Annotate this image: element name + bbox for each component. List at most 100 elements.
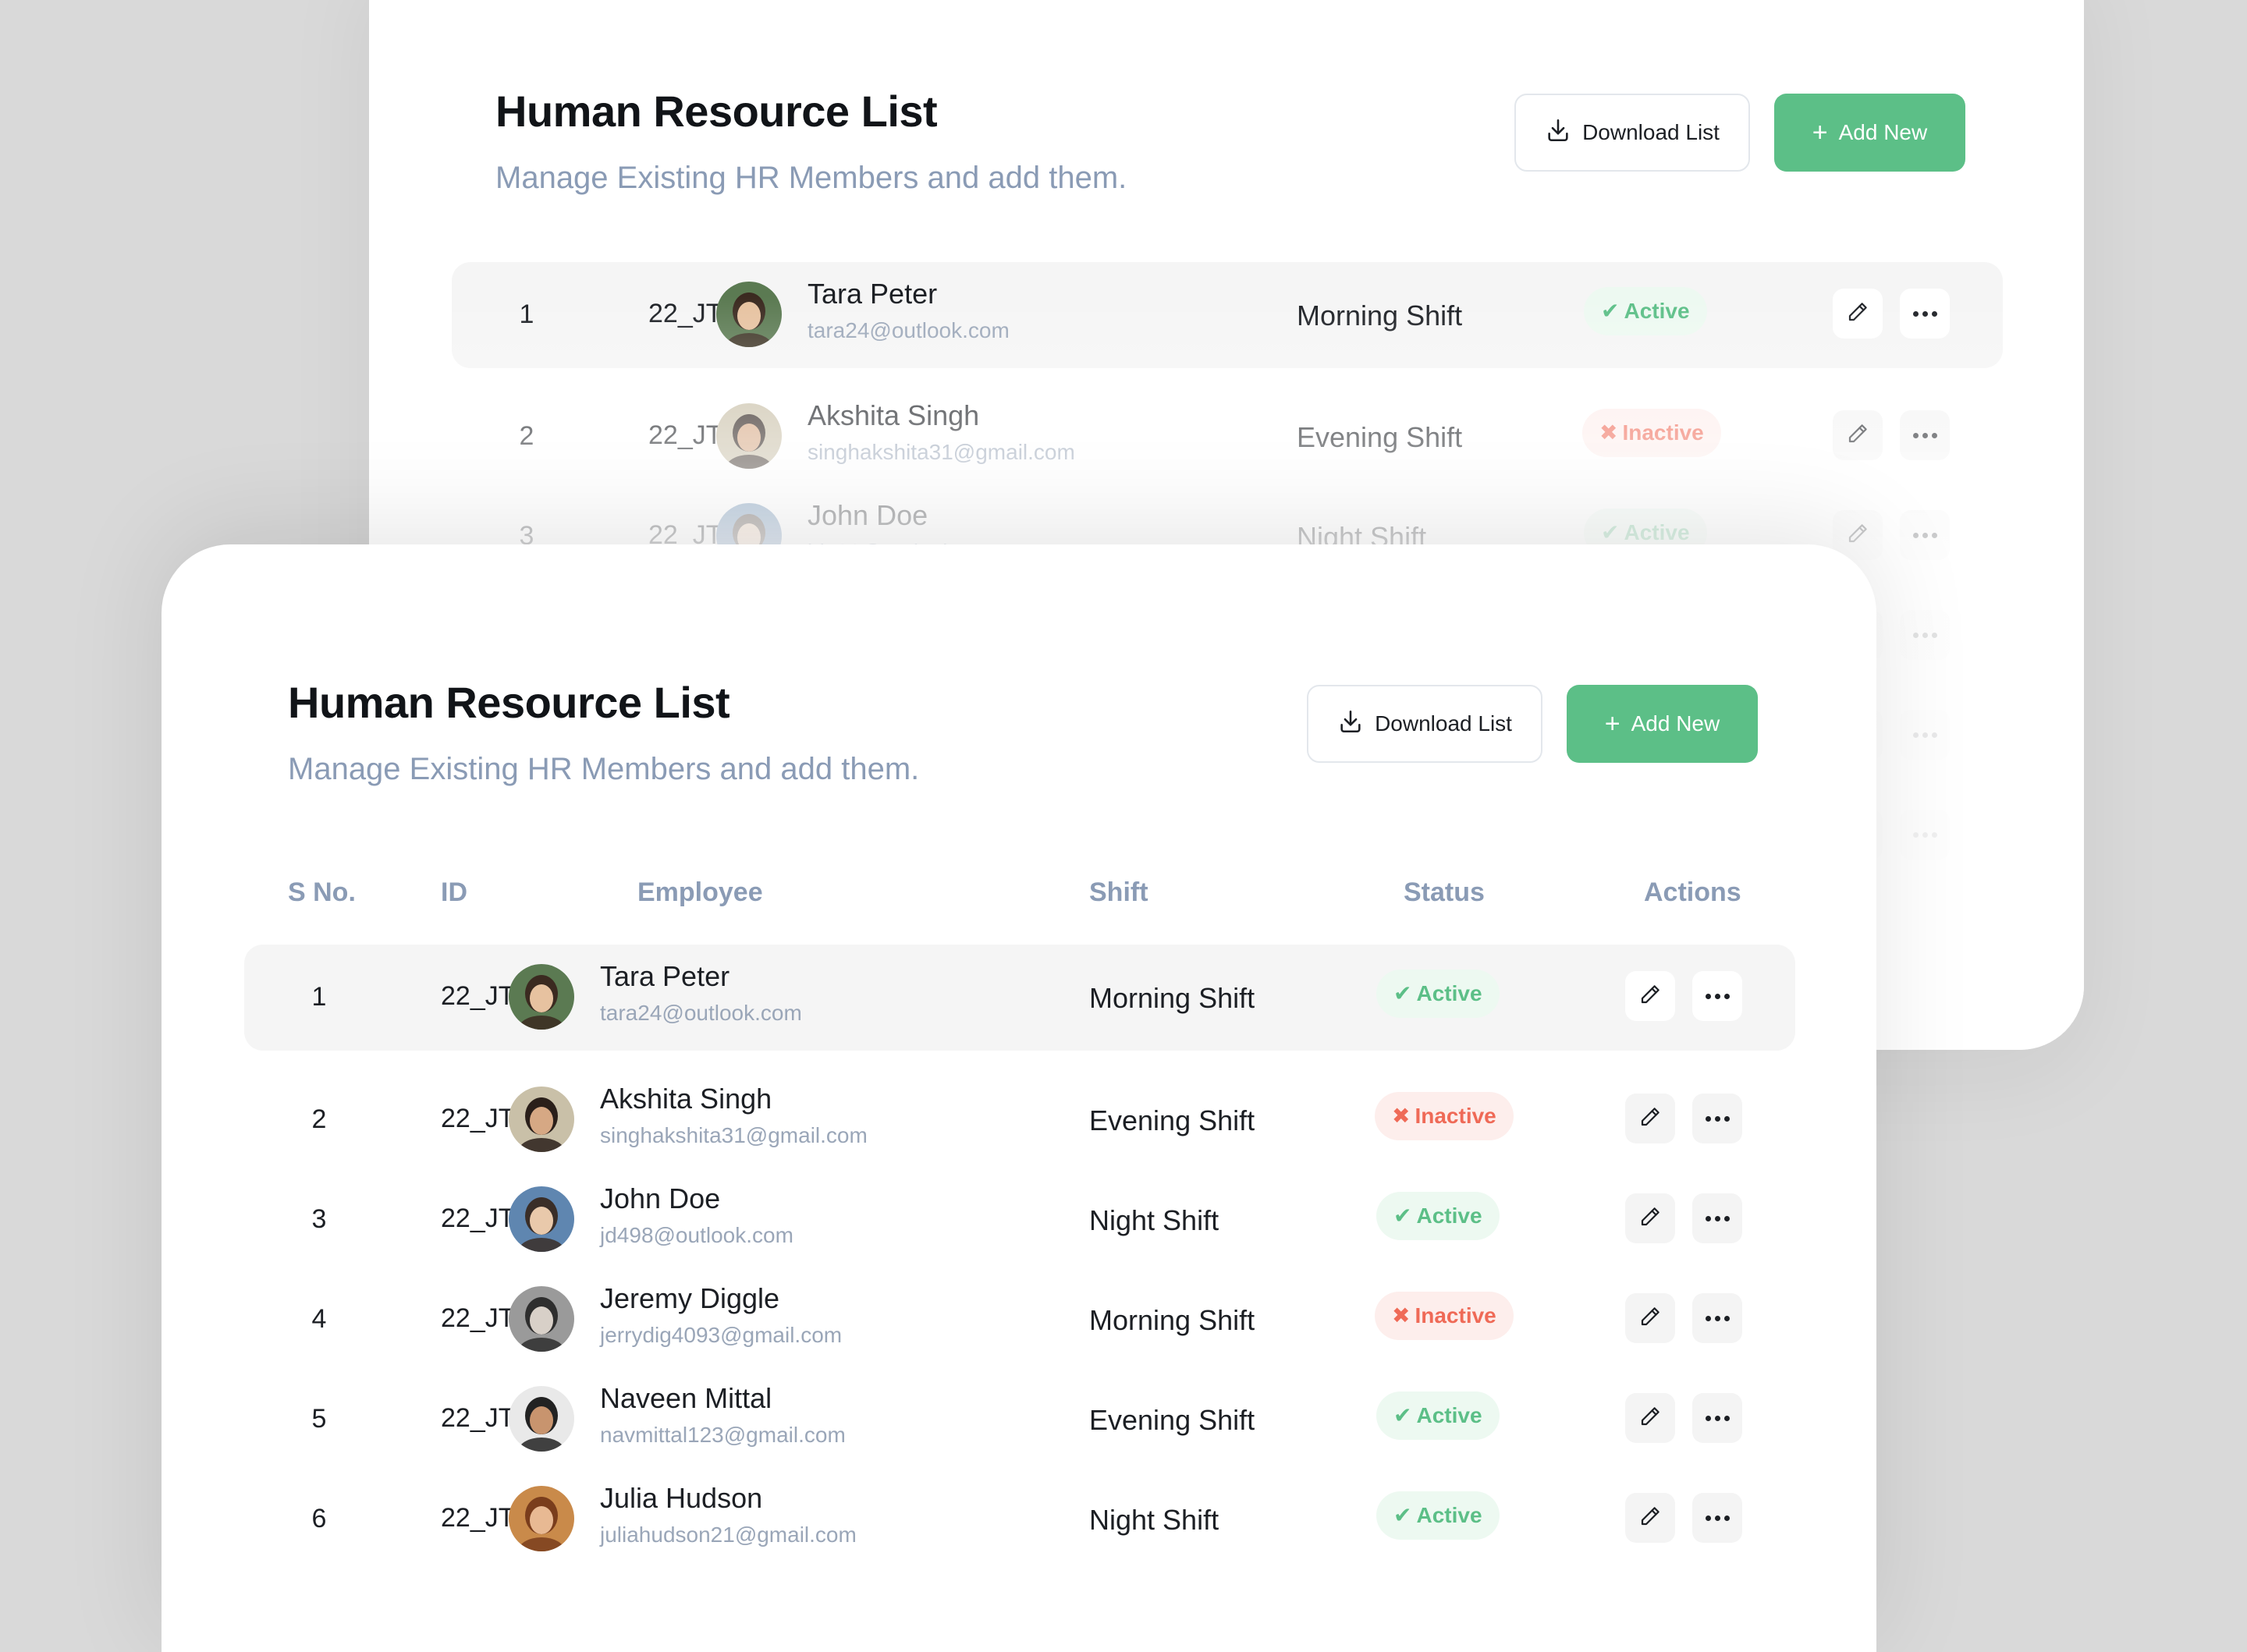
more-options-button[interactable] — [1692, 1293, 1742, 1343]
employee-name: Akshita Singh — [808, 399, 980, 431]
status-label: Inactive — [1415, 1303, 1496, 1328]
employee-shift: Evening Shift — [1089, 1104, 1255, 1136]
table-row[interactable]: 1 22_JT22 Tara Peter tara24@outlook.com Morn… — [369, 262, 2084, 368]
employee-email: jerrydig4093@gmail.com — [600, 1323, 843, 1347]
status-label: Inactive — [1415, 1104, 1496, 1128]
pencil-icon — [1638, 983, 1662, 1010]
employee-name: Julia Hudson — [600, 1482, 763, 1514]
more-horizontal-icon — [1705, 1315, 1730, 1321]
check-icon: ✔ — [1393, 981, 1412, 1005]
status-label: Active — [1416, 981, 1482, 1005]
edit-button[interactable] — [1625, 1393, 1675, 1443]
more-horizontal-icon — [1705, 993, 1730, 999]
avatar — [716, 282, 782, 347]
table-row[interactable]: 622_JT37Julia Hudsonjuliahudson21@gmail.… — [162, 1466, 1876, 1572]
table-row[interactable]: 422_JT23Jeremy Digglejerrydig4093@gmail.… — [162, 1267, 1876, 1373]
column-header-actions: Actions — [1644, 877, 1741, 907]
check-icon: ✔ — [1601, 299, 1620, 323]
more-options-button[interactable] — [1692, 1094, 1742, 1143]
row-sno: 6 — [311, 1504, 327, 1533]
check-icon: ✔ — [1393, 1503, 1412, 1527]
status-badge: ✔Active — [1376, 1192, 1500, 1240]
check-icon: ✔ — [1601, 520, 1620, 544]
row-sno: 2 — [311, 1104, 327, 1134]
more-options-button[interactable] — [1900, 710, 1950, 760]
pencil-icon — [1846, 300, 1869, 328]
more-options-button[interactable] — [1900, 810, 1950, 860]
edit-button[interactable] — [1625, 1193, 1675, 1243]
employee-name: Akshita Singh — [600, 1083, 772, 1115]
more-horizontal-icon — [1912, 732, 1937, 738]
more-options-button[interactable] — [1900, 610, 1950, 660]
download-list-label: Download List — [1582, 120, 1720, 144]
edit-button[interactable] — [1625, 1493, 1675, 1543]
employee-shift: Night Shift — [1089, 1204, 1219, 1236]
download-icon — [1337, 708, 1364, 740]
status-label: Active — [1416, 1403, 1482, 1427]
check-icon: ✔ — [1393, 1403, 1412, 1427]
column-header-status: Status — [1404, 877, 1485, 907]
avatar — [509, 1087, 574, 1152]
more-horizontal-icon — [1912, 632, 1937, 638]
edit-button[interactable] — [1625, 971, 1675, 1021]
more-options-button[interactable] — [1692, 1193, 1742, 1243]
more-options-button[interactable] — [1900, 289, 1950, 339]
row-sno: 1 — [311, 982, 327, 1012]
add-new-label: Add New — [1838, 120, 1928, 144]
table-row[interactable]: 2 22_JT54 Akshita Singh singhakshita31@gmai… — [369, 384, 2084, 490]
employee-shift: Morning Shift — [1297, 300, 1463, 331]
table-row[interactable]: 322_JT19John Doejd498@outlook.comNight S… — [162, 1167, 1876, 1273]
table-row[interactable]: 1 22_JT22 Tara Peter tara24@outlook.com Morn… — [162, 945, 1876, 1051]
avatar — [509, 1386, 574, 1452]
status-badge: ✔Active — [1376, 1491, 1500, 1540]
more-options-button[interactable] — [1692, 971, 1742, 1021]
more-options-button[interactable] — [1900, 510, 1950, 560]
download-icon — [1545, 117, 1571, 149]
page-title: Human Resource List — [495, 87, 938, 136]
edit-button[interactable] — [1833, 410, 1883, 460]
add-new-button[interactable]: + Add New — [1774, 94, 1965, 172]
employee-email: tara24@outlook.com — [808, 318, 1010, 342]
page-subtitle: Manage Existing HR Members and add them. — [495, 161, 1127, 195]
pencil-icon — [1638, 1305, 1662, 1332]
employee-name: John Doe — [600, 1182, 721, 1214]
edit-button[interactable] — [1625, 1094, 1675, 1143]
column-header-shift: Shift — [1089, 877, 1148, 907]
column-header-id: ID — [441, 877, 467, 907]
avatar — [509, 1286, 574, 1352]
page-title: Human Resource List — [288, 678, 730, 727]
pencil-icon — [1638, 1105, 1662, 1133]
download-list-button[interactable]: Download List — [1307, 685, 1542, 763]
status-label: Active — [1416, 1204, 1482, 1228]
avatar — [509, 964, 574, 1030]
row-sno: 4 — [311, 1304, 327, 1334]
more-options-button[interactable] — [1900, 410, 1950, 460]
edit-button[interactable] — [1833, 289, 1883, 339]
employee-email: singhakshita31@gmail.com — [808, 440, 1075, 464]
employee-email: juliahudson21@gmail.com — [600, 1523, 857, 1547]
x-icon: ✖ — [1392, 1104, 1411, 1128]
edit-button[interactable] — [1625, 1293, 1675, 1343]
more-horizontal-icon — [1705, 1115, 1730, 1122]
column-header-sno: S No. — [288, 877, 356, 907]
status-label: Inactive — [1622, 420, 1704, 445]
employee-shift: Morning Shift — [1089, 982, 1255, 1014]
row-sno: 3 — [311, 1204, 327, 1234]
more-options-button[interactable] — [1692, 1493, 1742, 1543]
pencil-icon — [1846, 522, 1869, 549]
employee-name: Naveen Mittal — [600, 1382, 772, 1414]
add-new-button[interactable]: + Add New — [1567, 685, 1758, 763]
employee-name: John Doe — [808, 499, 928, 531]
more-horizontal-icon — [1912, 310, 1937, 317]
status-badge: ✔Active — [1376, 1391, 1500, 1440]
check-icon: ✔ — [1393, 1204, 1412, 1228]
table-row[interactable]: 2 22_JT54 Akshita Singh singhakshita31@gmai… — [162, 1067, 1876, 1173]
more-horizontal-icon — [1705, 1215, 1730, 1221]
more-options-button[interactable] — [1692, 1393, 1742, 1443]
table-row[interactable]: 522_JT31Naveen Mittalnavmittal123@gmail.… — [162, 1367, 1876, 1473]
status-badge: ✔Active — [1584, 287, 1707, 335]
more-horizontal-icon — [1705, 1515, 1730, 1521]
x-icon: ✖ — [1599, 420, 1618, 445]
download-list-button[interactable]: Download List — [1514, 94, 1750, 172]
row-sno: 1 — [519, 300, 534, 329]
